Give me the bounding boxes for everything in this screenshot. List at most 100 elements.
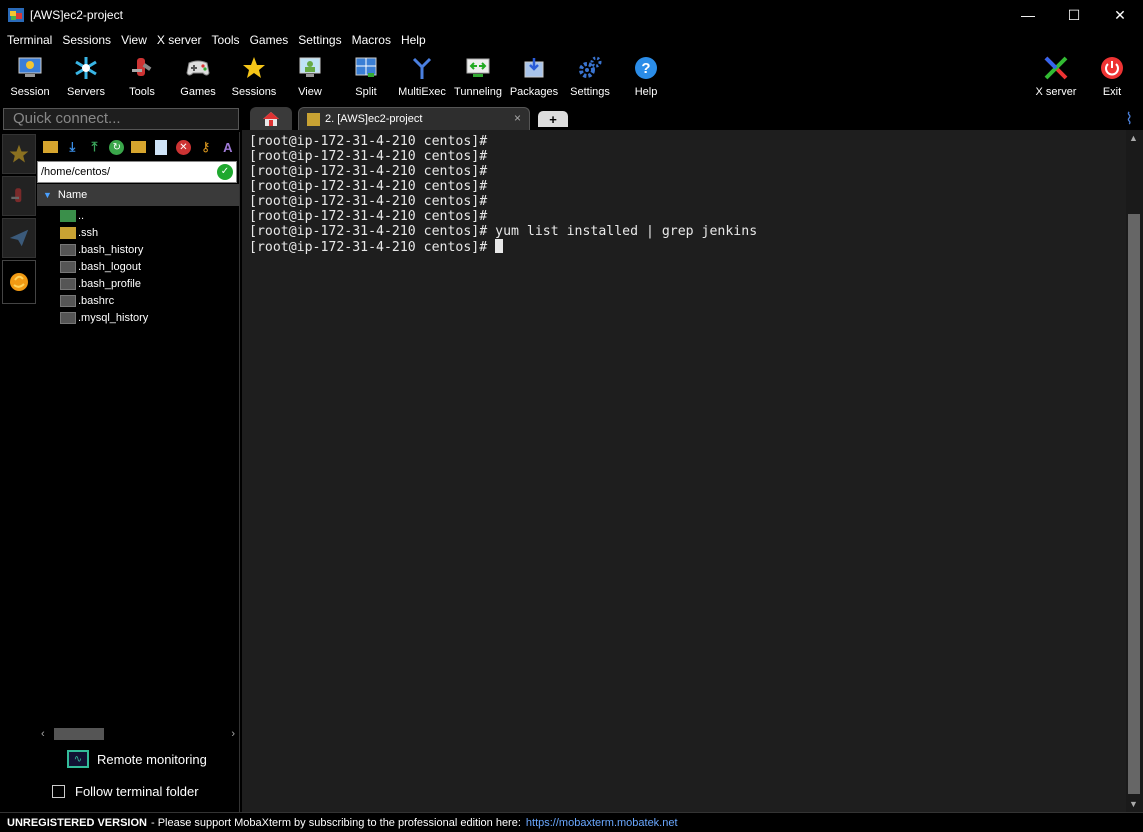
follow-terminal-checkbox[interactable]: Follow terminal folder [52,780,199,802]
terminal-line: [root@ip-172-31-4-210 centos]# [249,209,488,224]
name-column-header[interactable]: ▼ Name [37,184,239,206]
sessions-button[interactable]: Sessions [226,51,282,103]
power-icon [1098,54,1126,82]
paperclip-icon[interactable]: ⌇ [1125,109,1133,129]
multiexec-button[interactable]: MultiExec [394,51,450,103]
new-file-button[interactable] [150,136,172,158]
tunneling-button[interactable]: Tunneling [450,51,506,103]
sidebar-tab-sftp[interactable] [2,260,36,304]
refresh-button[interactable]: ↻ [106,136,128,158]
close-button[interactable]: ✕ [1097,0,1143,30]
exit-button[interactable]: Exit [1084,51,1140,103]
list-item[interactable]: .. [37,207,239,224]
sidebar-tab-tools[interactable] [2,176,36,216]
new-folder-button[interactable] [128,136,150,158]
maximize-icon: ☐ [1067,6,1081,23]
menu-sessions[interactable]: Sessions [57,30,116,51]
download-icon: ⤓ [69,139,76,154]
menu-x-server[interactable]: X server [152,30,207,51]
packages-label: Packages [509,86,559,98]
terminal-output[interactable]: [root@ip-172-31-4-210 centos]# [root@ip-… [242,130,1126,812]
tab-ec2-project[interactable]: 2. [AWS]ec2-project × [298,107,530,130]
terminal-prompt: [root@ip-172-31-4-210 centos]# [249,240,496,255]
help-icon: ? [632,54,660,82]
minimize-button[interactable]: — [1005,0,1051,30]
list-item[interactable]: .ssh [37,224,239,241]
servers-button[interactable]: Servers [58,51,114,103]
menu-games[interactable]: Games [245,30,294,51]
paper-plane-icon [9,229,29,247]
scroll-down-icon[interactable]: ▼ [1129,799,1138,809]
file-name: .ssh [78,226,99,239]
window-controls: — ☐ ✕ [1005,0,1143,30]
help-label: Help [634,86,658,98]
help-button[interactable]: ? Help [618,51,674,103]
title-bar: [AWS]ec2-project — ☐ ✕ [0,0,1143,30]
menu-tools[interactable]: Tools [207,30,245,51]
list-item[interactable]: .mysql_history [37,309,239,326]
x-server-icon [1042,54,1070,82]
xserver-label: X server [1035,86,1077,98]
remote-monitoring-button[interactable]: ∿ Remote monitoring [67,748,207,770]
tools-button[interactable]: Tools [114,51,170,103]
sidebar-tab-sessions[interactable] [2,134,36,174]
split-icon [352,54,380,82]
sidebar-tab-macros[interactable] [2,218,36,258]
new-file-icon [155,139,168,155]
monitoring-icon: ∿ [67,750,89,768]
new-tab-button[interactable]: + [538,111,568,127]
list-item[interactable]: .bash_profile [37,275,239,292]
scroll-up-icon[interactable]: ▲ [1129,133,1138,143]
file-list: .. .ssh .bash_history .bash_logout .bash… [37,207,239,326]
session-button[interactable]: Session [2,51,58,103]
list-item[interactable]: .bash_logout [37,258,239,275]
quick-connect-input[interactable]: Quick connect... [3,108,239,130]
file-name: .mysql_history [78,311,149,324]
terminal-scrollbar[interactable]: ▲ ▼ [1126,130,1143,812]
menu-terminal[interactable]: Terminal [2,30,57,51]
sessions-label: Sessions [231,86,277,98]
packages-button[interactable]: Packages [506,51,562,103]
scroll-thumb[interactable] [54,728,104,740]
star-icon [9,144,29,163]
upload-icon: ⤒ [91,139,98,154]
horizontal-scrollbar[interactable]: ‹ › [37,726,239,742]
tab-home[interactable] [250,107,292,130]
file-icon [60,260,76,273]
download-button[interactable]: ⤓ [61,136,83,158]
package-icon [520,54,548,82]
file-name: .. [78,209,85,222]
list-item[interactable]: .bashrc [37,292,239,309]
permissions-button[interactable]: ⚷ [195,136,217,158]
status-bar: UNREGISTERED VERSION - Please support Mo… [0,812,1143,832]
view-button[interactable]: View [282,51,338,103]
maximize-button[interactable]: ☐ [1051,0,1097,30]
menu-macros[interactable]: Macros [347,30,396,51]
close-tab-icon[interactable]: × [514,111,521,125]
scroll-thumb[interactable] [1128,214,1140,794]
parent-folder-button[interactable] [39,136,61,158]
check-icon[interactable]: ✓ [217,164,233,180]
path-input[interactable]: /home/centos/ ✓ [37,161,237,183]
menu-help[interactable]: Help [396,30,431,51]
view-icon [296,54,324,82]
new-folder-icon [131,141,147,153]
key-icon: ⚷ [200,139,211,154]
delete-button[interactable]: ✕ [172,136,194,158]
xserver-button[interactable]: X server [1028,51,1084,103]
list-item[interactable]: .bash_history [37,241,239,258]
terminal-line: [root@ip-172-31-4-210 centos]# [249,164,488,179]
sidebar-tab-strip [0,132,37,812]
menu-view[interactable]: View [116,30,152,51]
checkbox-icon[interactable] [52,784,65,798]
games-button[interactable]: Games [170,51,226,103]
session-tab-bar: 2. [AWS]ec2-project × + ⌇ [242,105,1143,130]
chevron-right-icon[interactable]: › [231,728,235,740]
split-button[interactable]: Split [338,51,394,103]
mobaxterm-link[interactable]: https://mobaxterm.mobatek.net [526,817,678,829]
upload-button[interactable]: ⤒ [83,136,105,158]
rename-button[interactable]: A [217,136,239,158]
chevron-left-icon[interactable]: ‹ [41,728,45,740]
menu-settings[interactable]: Settings [293,30,346,51]
settings-button[interactable]: Settings [562,51,618,103]
